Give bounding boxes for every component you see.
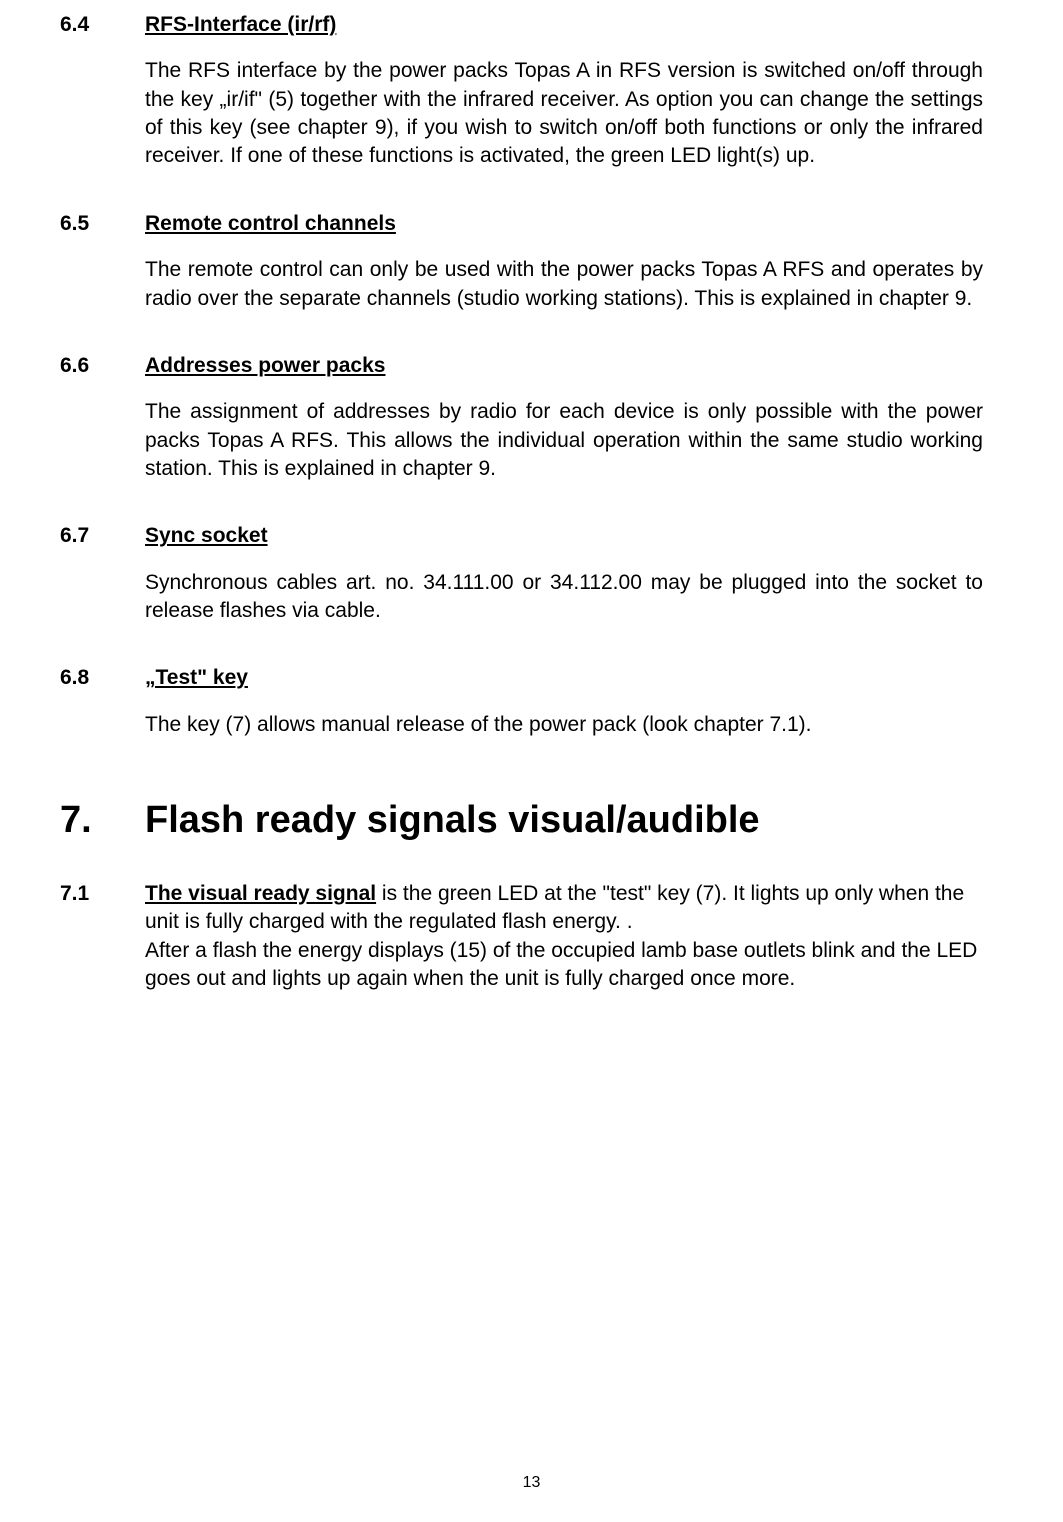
section-header-row: 6.8 „Test" key bbox=[60, 663, 983, 692]
section-heading: Sync socket bbox=[145, 521, 268, 550]
section-header-row: 6.5 Remote control channels bbox=[60, 209, 983, 238]
document-page: 6.4 RFS-Interface (ir/rf) The RFS interf… bbox=[0, 0, 1063, 1522]
section-number: 6.7 bbox=[60, 521, 145, 550]
chapter-number: 7. bbox=[60, 799, 145, 842]
lead-phrase: The visual ready signal bbox=[145, 882, 376, 905]
chapter-title: Flash ready signals visual/audible bbox=[145, 799, 760, 842]
section-header-row: 6.7 Sync socket bbox=[60, 521, 983, 550]
section-6-8: 6.8 „Test" key The key (7) allows manual… bbox=[60, 663, 983, 739]
section-body: The remote control can only be used with… bbox=[145, 256, 983, 313]
section-body: The visual ready signal is the green LED… bbox=[145, 880, 983, 993]
page-number: 13 bbox=[0, 1474, 1063, 1492]
chapter-7-header: 7. Flash ready signals visual/audible bbox=[60, 799, 983, 842]
section-number: 6.6 bbox=[60, 351, 145, 380]
section-body: Synchronous cables art. no. 34.111.00 or… bbox=[145, 569, 983, 626]
section-7-1: 7.1 The visual ready signal is the green… bbox=[60, 880, 983, 993]
section-number: 7.1 bbox=[60, 880, 145, 908]
section-heading: Remote control channels bbox=[145, 209, 396, 238]
section-header-row: 6.4 RFS-Interface (ir/rf) bbox=[60, 10, 983, 39]
section-heading: „Test" key bbox=[145, 663, 248, 692]
section-heading: RFS-Interface (ir/rf) bbox=[145, 10, 336, 39]
section-header-row: 6.6 Addresses power packs bbox=[60, 351, 983, 380]
section-body: The assignment of addresses by radio for… bbox=[145, 398, 983, 483]
body-line-2: After a flash the energy displays (15) o… bbox=[145, 939, 977, 990]
section-6-5: 6.5 Remote control channels The remote c… bbox=[60, 209, 983, 313]
section-number: 6.8 bbox=[60, 663, 145, 692]
section-heading: Addresses power packs bbox=[145, 351, 385, 380]
section-6-6: 6.6 Addresses power packs The assignment… bbox=[60, 351, 983, 483]
section-body: The RFS interface by the power packs Top… bbox=[145, 57, 983, 170]
section-6-4: 6.4 RFS-Interface (ir/rf) The RFS interf… bbox=[60, 10, 983, 171]
section-row: 7.1 The visual ready signal is the green… bbox=[60, 880, 983, 993]
section-body: The key (7) allows manual release of the… bbox=[145, 711, 983, 739]
section-number: 6.5 bbox=[60, 209, 145, 238]
section-6-7: 6.7 Sync socket Synchronous cables art. … bbox=[60, 521, 983, 625]
section-number: 6.4 bbox=[60, 10, 145, 39]
